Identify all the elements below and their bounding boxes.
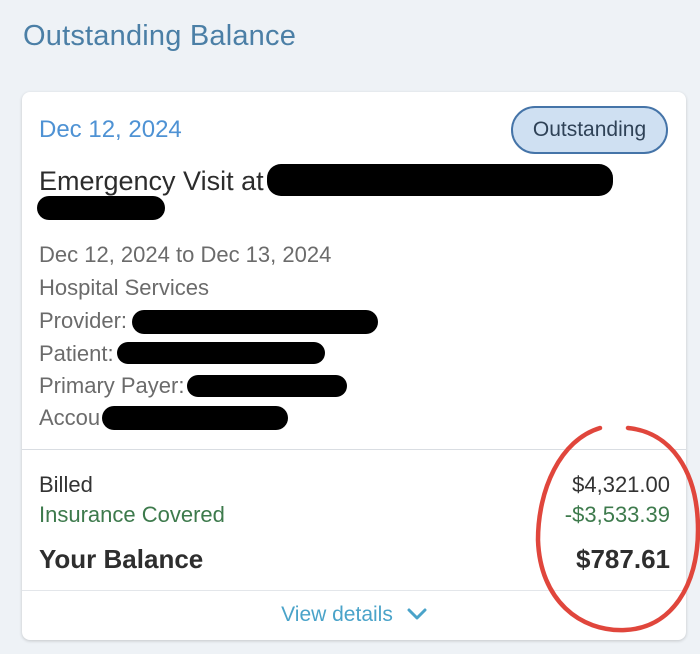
your-balance-label: Your Balance — [39, 544, 204, 574]
service-type: Hospital Services — [39, 275, 209, 300]
provider-label: Provider: — [39, 308, 128, 333]
redaction-mark — [187, 375, 347, 397]
redaction-mark — [132, 310, 378, 334]
account-label: Accou — [39, 405, 101, 430]
redaction-mark — [117, 342, 325, 364]
chevron-down-icon — [407, 603, 427, 627]
redaction-mark — [37, 196, 165, 220]
bill-card: Dec 12, 2024 Outstanding Emergency Visit… — [22, 92, 686, 640]
view-details-label: View details — [281, 603, 393, 626]
section-divider — [22, 449, 686, 450]
redaction-mark — [267, 164, 613, 196]
insurance-covered-label: Insurance Covered — [39, 502, 225, 527]
your-balance-value: $787.61 — [576, 544, 670, 574]
status-badge: Outstanding — [511, 106, 668, 154]
bill-date: Dec 12, 2024 — [39, 116, 182, 143]
visit-title: Emergency Visit at — [39, 166, 264, 196]
page-title: Outstanding Balance — [23, 20, 297, 52]
insurance-covered-value: -$3,533.39 — [564, 502, 670, 527]
redaction-mark — [102, 406, 288, 430]
billed-label: Billed — [39, 472, 93, 497]
date-range: Dec 12, 2024 to Dec 13, 2024 — [39, 242, 332, 267]
primary-payer-label: Primary Payer: — [39, 373, 185, 398]
patient-label: Patient: — [39, 341, 114, 366]
billed-value: $4,321.00 — [572, 472, 670, 497]
view-details-button[interactable]: View details — [22, 590, 686, 640]
